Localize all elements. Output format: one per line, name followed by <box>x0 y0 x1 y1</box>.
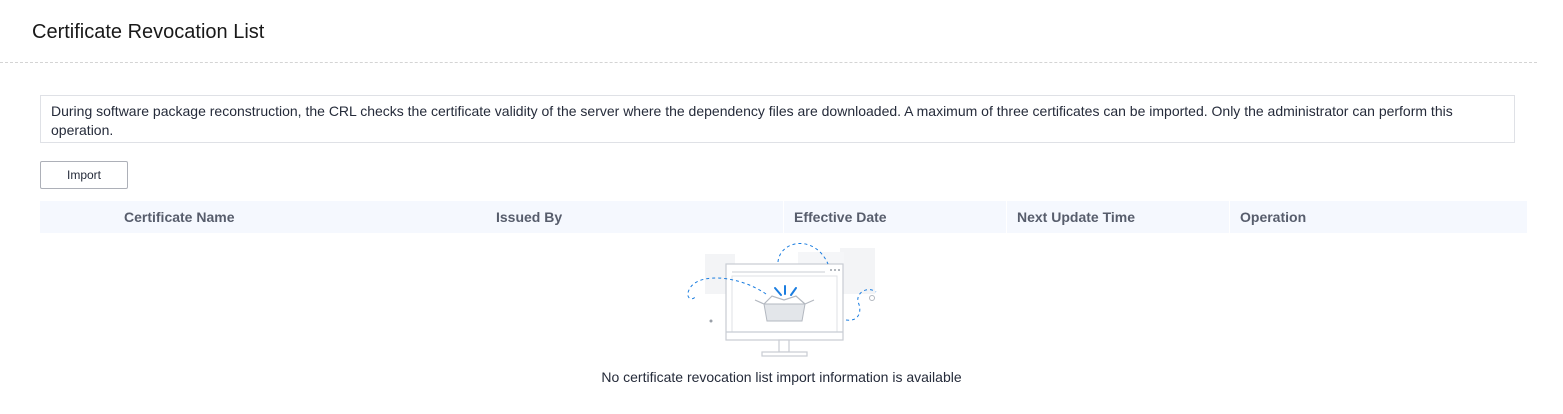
title-divider <box>0 62 1537 63</box>
column-header-issued-by[interactable]: Issued By <box>486 201 783 233</box>
column-header-certificate-name[interactable]: Certificate Name <box>114 201 486 233</box>
empty-state-message: No certificate revocation list import in… <box>601 369 962 385</box>
page-title: Certificate Revocation List <box>32 21 265 43</box>
column-header-select <box>40 201 114 233</box>
column-header-effective-date[interactable]: Effective Date <box>783 201 1006 233</box>
column-header-next-update-time[interactable]: Next Update Time <box>1006 201 1229 233</box>
import-button[interactable]: Import <box>40 161 128 189</box>
empty-box-monitor-icon <box>680 236 890 360</box>
table-header: Certificate Name Issued By Effective Dat… <box>40 201 1527 233</box>
info-notice: During software package reconstruction, … <box>40 95 1515 143</box>
info-notice-text: During software package reconstruction, … <box>51 103 1453 138</box>
column-header-operation: Operation <box>1229 201 1527 233</box>
